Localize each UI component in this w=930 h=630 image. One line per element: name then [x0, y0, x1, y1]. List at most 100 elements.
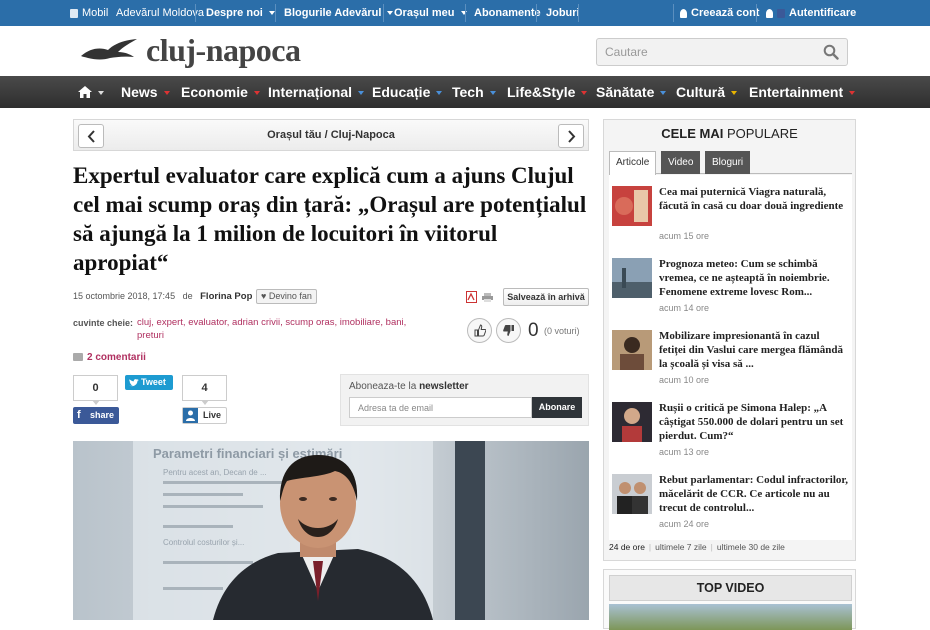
facebook-share-button[interactable]: f share [73, 407, 119, 424]
next-article-button[interactable] [558, 124, 584, 148]
breadcrumb-text[interactable]: Orașul tău / Cluj-Napoca [74, 129, 588, 141]
live-count: 4 [182, 375, 227, 405]
search-input[interactable] [597, 39, 817, 65]
login-label: Autentificare [789, 7, 857, 19]
article-meta: 15 octombrie 2018, 17:45 de Florina Pop [73, 291, 252, 302]
twitter-bird-icon [129, 379, 139, 387]
nav-cultura[interactable]: Cultură [676, 76, 737, 108]
breadcrumb: Orașul tău / Cluj-Napoca [73, 119, 589, 151]
site-logo[interactable]: cluj-napoca [146, 32, 301, 69]
period-filter: 24 de ore | ultimele 7 zile | ultimele 30 de… [609, 542, 789, 552]
nav-news[interactable]: News [121, 76, 170, 108]
nav-economie-label: Economie [181, 84, 248, 100]
news-thumbnail [612, 474, 652, 514]
login-link[interactable]: Autentificare [766, 0, 856, 26]
chevron-down-icon [581, 91, 588, 96]
separator [275, 4, 276, 22]
separator [195, 4, 196, 22]
thumbs-down-icon [503, 325, 514, 336]
separator [756, 4, 757, 22]
nav-sanatate[interactable]: Sănătate [596, 76, 667, 108]
chevron-down-icon [489, 91, 496, 96]
vote-up-button[interactable] [467, 318, 492, 343]
facebook-icon [777, 8, 785, 18]
separator: | [648, 542, 652, 552]
newsletter-label-bold: newsletter [419, 381, 469, 392]
bloguri-menu[interactable]: Blogurile Adevărul [284, 0, 394, 26]
period-24h[interactable]: 24 de ore [609, 542, 645, 552]
comment-icon [73, 353, 83, 362]
list-item[interactable]: Rebut parlamentar: Codul infractorilor, … [609, 463, 852, 535]
tab-articole[interactable]: Articole [609, 151, 657, 175]
eagle-logo-icon[interactable] [80, 38, 138, 64]
nav-educatie[interactable]: Educație [372, 76, 443, 108]
top-video-thumbnail[interactable] [609, 604, 852, 630]
news-thumbnail [612, 258, 652, 298]
joburi-link[interactable]: Joburi [546, 0, 580, 26]
header: cluj-napoca [0, 26, 930, 76]
main-nav: News Economie Internațional Educație Tec… [0, 76, 930, 108]
live-label: Live [203, 410, 222, 420]
list-item[interactable]: Rușii o critică pe Simona Halep: „A câșt… [609, 391, 852, 463]
comments-link[interactable]: 2 comentarii [73, 352, 146, 363]
nav-entertainment[interactable]: Entertainment [749, 76, 856, 108]
mobil-label: Mobil [82, 7, 109, 19]
newsletter-box: Aboneaza-te la newsletter Abonare [340, 374, 589, 426]
vote-down-button[interactable] [496, 318, 521, 343]
tab-bloguri[interactable]: Bloguri [705, 151, 751, 174]
speaker-photo: Parametri financiari și estimări Pentru … [73, 441, 589, 620]
tags-list[interactable]: cluj, expert, evaluator, adrian crivii, … [137, 317, 427, 342]
article-hero-image[interactable]: Parametri financiari și estimări Pentru … [73, 441, 589, 620]
list-item[interactable]: Mobilizare impresionantă în cazul fetițe… [609, 319, 852, 391]
article-headline: Expertul evaluator care explică cum a aj… [73, 163, 587, 275]
news-time: acum 14 ore [659, 303, 710, 313]
tab-video[interactable]: Video [661, 151, 701, 174]
print-icon[interactable] [482, 293, 493, 302]
news-title[interactable]: Rușii o critică pe Simona Halep: „A câșt… [659, 401, 849, 443]
separator [465, 4, 466, 22]
list-item[interactable]: Cea mai puternică Viagra naturală, făcut… [609, 175, 852, 247]
period-30d[interactable]: ultimele 30 de zile [717, 542, 785, 552]
search-box [596, 38, 848, 66]
orasul-menu[interactable]: Orașul meu [394, 0, 467, 26]
tweet-button[interactable]: Tweet [125, 375, 173, 390]
news-thumbnail [612, 186, 652, 226]
thumbs-up-icon [474, 324, 486, 337]
news-title[interactable]: Mobilizare impresionantă în cazul fetițe… [659, 329, 849, 371]
save-archive-button[interactable]: Salvează în arhivă [503, 288, 589, 306]
search-icon[interactable] [823, 44, 839, 60]
home-icon [78, 86, 92, 98]
nav-international[interactable]: Internațional [268, 76, 365, 108]
news-title[interactable]: Cea mai puternică Viagra naturală, făcut… [659, 185, 849, 213]
news-title[interactable]: Prognoza meteo: Cum se schimbă vremea, c… [659, 257, 849, 299]
subscribe-button[interactable]: Abonare [532, 397, 582, 418]
nav-lifestyle[interactable]: Life&Style [507, 76, 588, 108]
news-title[interactable]: Rebut parlamentar: Codul infractorilor, … [659, 473, 849, 515]
nav-news-label: News [121, 84, 158, 100]
home-button[interactable] [78, 76, 104, 108]
nav-international-label: Internațional [268, 84, 353, 100]
nav-economie[interactable]: Economie [181, 76, 260, 108]
popular-sidebar: CELE MAI POPULARE Articole Video Bloguri… [603, 119, 856, 561]
popular-list: Cea mai puternică Viagra naturală, făcut… [609, 175, 852, 540]
mobil-link[interactable]: Mobil [70, 0, 108, 26]
abonamente-link[interactable]: Abonamente [474, 0, 541, 26]
become-fan-label: Devino fan [268, 291, 312, 301]
news-thumbnail [612, 330, 652, 370]
nav-tech[interactable]: Tech [452, 76, 496, 108]
user-icon [680, 8, 687, 18]
period-7d[interactable]: ultimele 7 zile [655, 542, 707, 552]
create-account-link[interactable]: Creează cont [680, 0, 759, 26]
newsletter-label: Aboneaza-te la newsletter [349, 381, 469, 392]
news-time: acum 24 ore [659, 519, 710, 529]
newsletter-email-input[interactable] [349, 397, 532, 418]
despre-menu[interactable]: Despre noi [206, 0, 275, 26]
pdf-icon[interactable] [466, 291, 477, 303]
live-button[interactable]: Live [182, 407, 227, 424]
author-name[interactable]: Florina Pop [200, 291, 252, 302]
tags-label: cuvinte cheie: [73, 318, 134, 328]
moldova-link[interactable]: Adevărul Moldova [116, 0, 204, 26]
become-fan-button[interactable]: ♥ Devino fan [256, 289, 317, 304]
list-item[interactable]: Prognoza meteo: Cum se schimbă vremea, c… [609, 247, 852, 319]
despre-label: Despre noi [206, 7, 263, 19]
